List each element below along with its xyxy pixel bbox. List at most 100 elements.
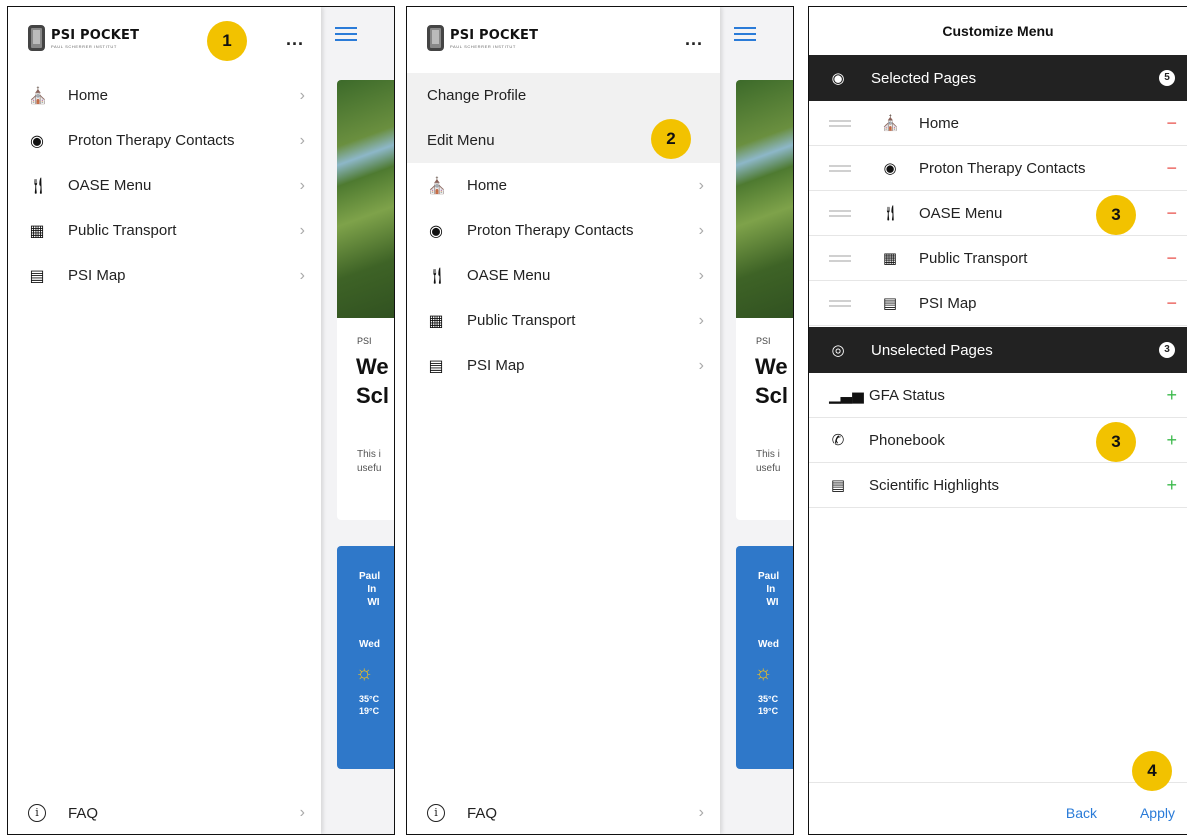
menu-item-oase-menu[interactable]: 🍴︎ OASE Menu ›	[8, 163, 321, 208]
chevron-right-icon: ›	[698, 804, 704, 821]
more-options-button[interactable]: ...	[685, 29, 703, 50]
menu-item-oase-menu[interactable]: 🍴︎ OASE Menu ›	[407, 253, 720, 298]
phone-icon: ✆	[831, 432, 845, 449]
remove-button[interactable]: −	[1166, 113, 1177, 134]
step-badge-4: 4	[1132, 751, 1172, 791]
chevron-right-icon: ›	[299, 131, 305, 149]
drag-handle-icon[interactable]	[829, 117, 851, 130]
chevron-right-icon: ›	[698, 311, 704, 329]
drawer-header: PSI POCKET PAUL SCHERRER INSTITUT ...	[407, 7, 720, 73]
cutlery-icon: 🍴︎	[427, 267, 448, 285]
drag-handle-icon[interactable]	[829, 207, 851, 220]
chevron-right-icon: ›	[299, 266, 305, 284]
document-icon: ▤	[830, 477, 846, 494]
app-brand-sub: PAUL SCHERRER INSTITUT	[51, 43, 117, 49]
unselected-count-badge: 3	[1159, 342, 1175, 358]
chevron-right-icon: ›	[698, 266, 704, 284]
more-options-button[interactable]: ...	[286, 29, 304, 50]
step-badge-2: 2	[651, 119, 691, 159]
side-drawer: PSI POCKET PAUL SCHERRER INSTITUT ... ⛪ …	[8, 7, 321, 834]
dialog-footer: Back Apply	[809, 782, 1187, 834]
app-logo: PSI POCKET PAUL SCHERRER INSTITUT	[28, 25, 139, 51]
selected-row-home[interactable]: ⛪ Home −	[809, 101, 1187, 146]
weather-card[interactable]: Paul In WI Wed ☼ 35°C 19°C	[736, 546, 793, 769]
hamburger-icon[interactable]	[734, 27, 756, 45]
chevron-right-icon: ›	[299, 221, 305, 239]
sun-icon: ☼	[355, 662, 374, 684]
welcome-card[interactable]: PSI We Scl This i usefu	[337, 80, 394, 520]
drawer-header: PSI POCKET PAUL SCHERRER INSTITUT ...	[8, 7, 321, 73]
bar-chart-icon: ▁▃▅	[829, 387, 864, 404]
app-brand: PSI POCKET	[51, 27, 140, 43]
landscape-image	[337, 80, 394, 318]
chevron-right-icon: ›	[698, 221, 704, 239]
background-page: PSI We Scl This i usefu Paul In WI Wed ☼ 3…	[321, 7, 394, 834]
screen-drawer-open: PSI POCKET PAUL SCHERRER INSTITUT ... ⛪ …	[7, 6, 395, 835]
card-text: This i usefu	[756, 449, 781, 474]
menu-item-home[interactable]: ⛪ Home ›	[407, 163, 720, 208]
menu-item-proton-therapy[interactable]: ◉ Proton Therapy Contacts ›	[407, 208, 720, 253]
change-profile-item[interactable]: Change Profile	[407, 73, 720, 118]
drag-handle-icon[interactable]	[829, 162, 851, 175]
selected-row-public-transport[interactable]: ▦ Public Transport −	[809, 236, 1187, 281]
phone-icon	[427, 25, 444, 51]
chevron-right-icon: ›	[299, 176, 305, 194]
hamburger-icon[interactable]	[335, 27, 357, 45]
chevron-right-icon: ›	[299, 86, 305, 104]
back-button[interactable]: Back	[1066, 805, 1097, 821]
app-logo: PSI POCKET PAUL SCHERRER INSTITUT	[427, 25, 538, 51]
menu-item-home[interactable]: ⛪ Home ›	[8, 73, 321, 118]
remove-button[interactable]: −	[1166, 158, 1177, 179]
menu-item-public-transport[interactable]: ▦ Public Transport ›	[8, 208, 321, 253]
unselected-row-gfa-status[interactable]: ▁▃▅ GFA Status +	[809, 373, 1187, 418]
bus-icon: ▦	[882, 250, 898, 267]
eye-icon: ◉	[831, 70, 845, 87]
map-icon: ▤	[428, 357, 444, 375]
card-text: This i usefu	[357, 449, 382, 474]
bus-icon: ▦	[428, 312, 444, 330]
selected-row-psi-map[interactable]: ▤ PSI Map −	[809, 281, 1187, 326]
add-button[interactable]: +	[1166, 385, 1177, 406]
contact-icon: ◉	[30, 132, 44, 150]
card-heading: We Scl	[755, 354, 789, 408]
info-icon: i	[427, 804, 445, 822]
screen-profile-menu: PSI POCKET PAUL SCHERRER INSTITUT ... Ch…	[406, 6, 794, 835]
menu-item-proton-therapy[interactable]: ◉ Proton Therapy Contacts ›	[8, 118, 321, 163]
menu-item-faq[interactable]: i FAQ ›	[407, 792, 720, 834]
menu-item-public-transport[interactable]: ▦ Public Transport ›	[407, 298, 720, 343]
sun-icon: ☼	[754, 662, 773, 684]
menu-item-faq[interactable]: i FAQ ›	[8, 792, 321, 834]
unselected-row-scientific-highlights[interactable]: ▤ Scientific Highlights +	[809, 463, 1187, 508]
eye-slash-icon: ◎	[831, 342, 845, 359]
drag-handle-icon[interactable]	[829, 297, 851, 310]
step-badge-3-unselected: 3	[1096, 422, 1136, 462]
drawer-menu: ⛪ Home › ◉ Proton Therapy Contacts › 🍴︎ …	[8, 73, 321, 298]
map-icon: ▤	[882, 295, 898, 312]
remove-button[interactable]: −	[1166, 203, 1177, 224]
remove-button[interactable]: −	[1166, 293, 1177, 314]
drag-handle-icon[interactable]	[829, 252, 851, 265]
menu-item-psi-map[interactable]: ▤ PSI Map ›	[8, 253, 321, 298]
weather-card[interactable]: Paul In WI Wed ☼ 35°C 19°C	[337, 546, 394, 769]
chevron-right-icon: ›	[299, 804, 305, 821]
chevron-right-icon: ›	[698, 356, 704, 374]
cutlery-icon: 🍴︎	[881, 205, 901, 222]
screen-customize-menu: Customize Menu ◉ Selected Pages 5 ⛪ Home…	[808, 6, 1187, 835]
drawer-menu: ⛪ Home › ◉ Proton Therapy Contacts › 🍴︎ …	[407, 163, 720, 388]
add-button[interactable]: +	[1166, 475, 1177, 496]
apply-button[interactable]: Apply	[1140, 805, 1175, 821]
landscape-image	[736, 80, 793, 318]
card-heading: We Scl	[356, 354, 390, 408]
selected-count-badge: 5	[1159, 70, 1175, 86]
step-badge-1: 1	[207, 21, 247, 61]
welcome-card[interactable]: PSI We Scl This i usefu	[736, 80, 793, 520]
menu-item-psi-map[interactable]: ▤ PSI Map ›	[407, 343, 720, 388]
add-button[interactable]: +	[1166, 430, 1177, 451]
remove-button[interactable]: −	[1166, 248, 1177, 269]
cutlery-icon: 🍴︎	[28, 177, 49, 195]
background-page: PSI We Scl This i usefu Paul In WI Wed ☼ 3…	[720, 7, 793, 834]
home-icon: ⛪	[881, 115, 900, 132]
home-icon: ⛪	[427, 177, 447, 195]
selected-row-proton-therapy[interactable]: ◉ Proton Therapy Contacts −	[809, 146, 1187, 191]
home-icon: ⛪	[28, 87, 48, 105]
